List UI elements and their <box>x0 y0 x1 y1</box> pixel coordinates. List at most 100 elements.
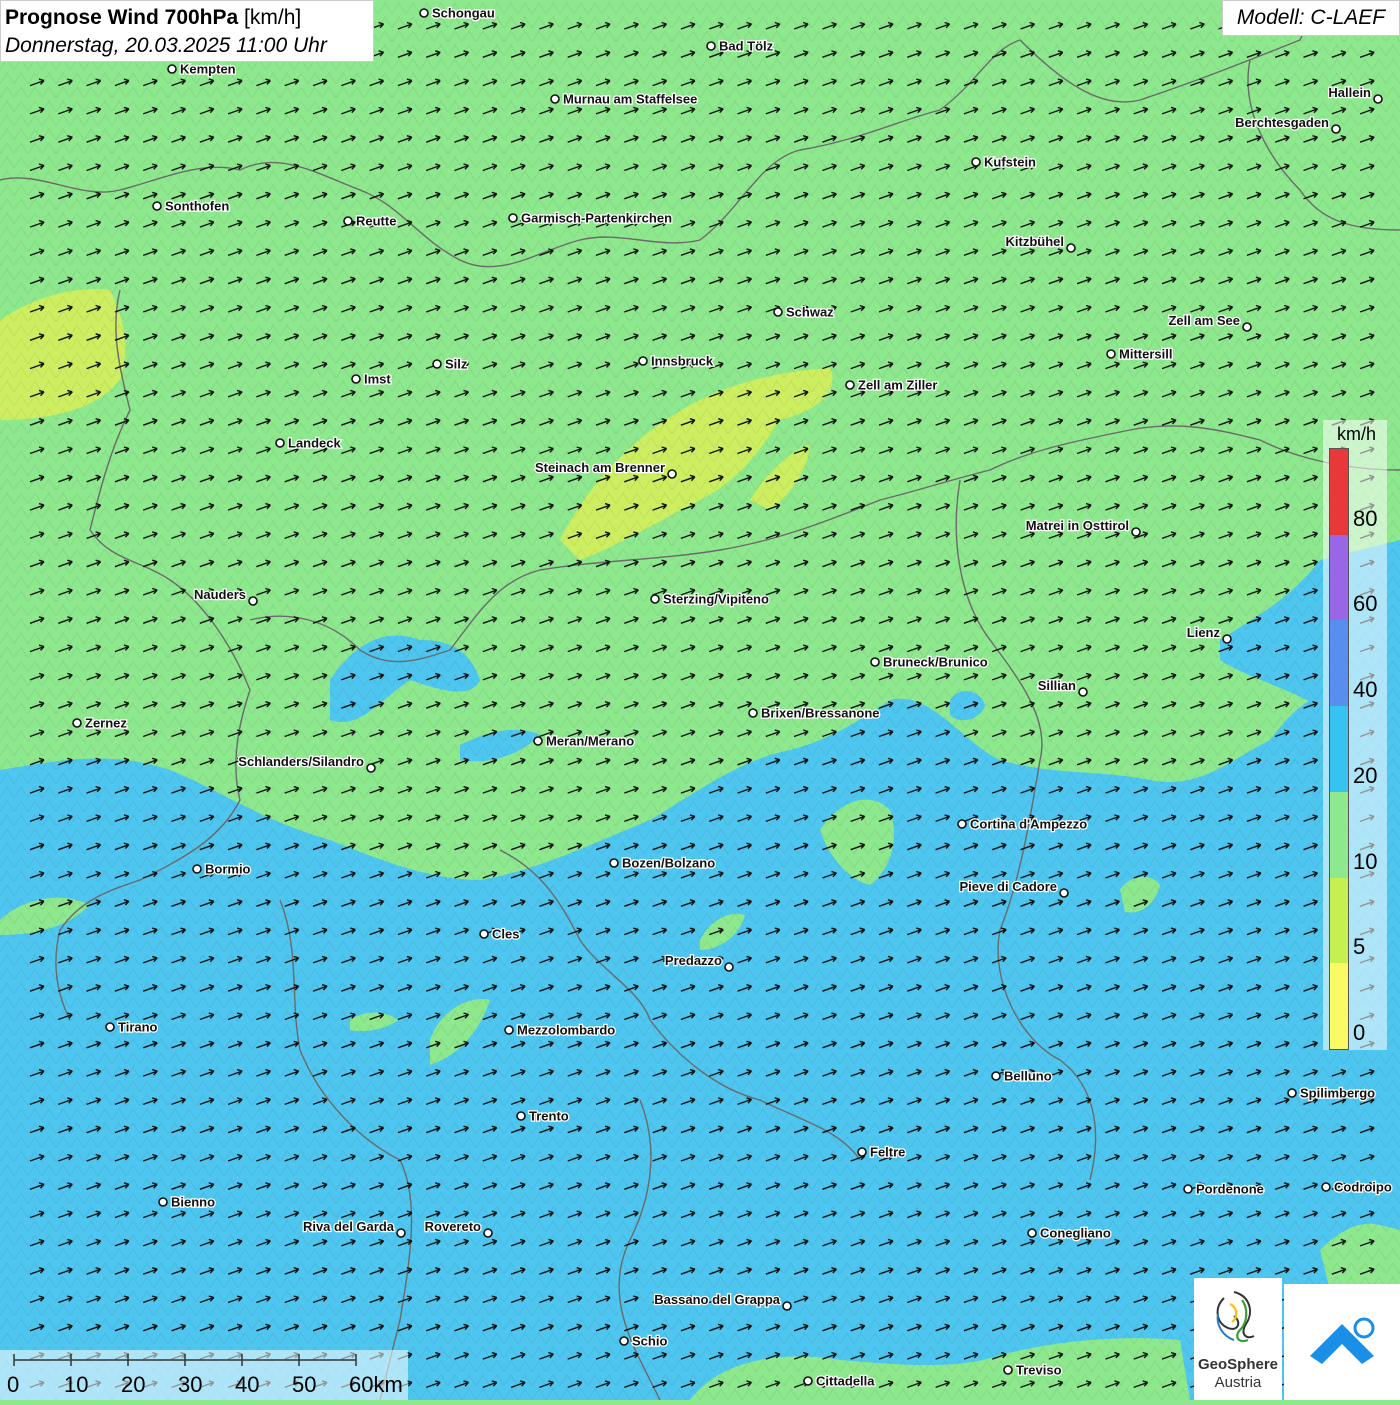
city-marker-icon <box>550 94 560 104</box>
city-label: Feltre <box>870 1145 905 1160</box>
legend-color-segment <box>1330 791 1348 878</box>
city-innsbruck: Innsbruck <box>638 352 715 370</box>
city-conegliano: Conegliano <box>1027 1224 1112 1242</box>
city-label: Imst <box>364 372 391 387</box>
city-label: Bruneck/Brunico <box>883 655 988 670</box>
city-label: Bassano del Grappa <box>654 1292 780 1307</box>
legend-label: 20 <box>1353 762 1378 788</box>
city-marker-icon <box>516 1111 526 1121</box>
city-marker-icon <box>192 864 202 874</box>
legend-label: 40 <box>1353 677 1378 703</box>
city-garmisch-partenkirchen: Garmisch-Partenkirchen <box>508 209 673 227</box>
city-label: Cles <box>492 927 519 942</box>
map-title-box: Prognose Wind 700hPa [km/h] Donnerstag, … <box>0 0 374 62</box>
city-marker-icon <box>870 657 880 667</box>
city-marker-icon <box>1131 527 1141 537</box>
city-label: Rovereto <box>425 1219 481 1234</box>
city-label: Sonthofen <box>165 199 229 214</box>
city-marker-icon <box>1106 349 1116 359</box>
city-label: Bormio <box>205 862 251 877</box>
city-label: Garmisch-Partenkirchen <box>521 211 672 226</box>
geosphere-logo-icon <box>1216 1291 1255 1343</box>
city-marker-icon <box>619 1336 629 1346</box>
city-marker-icon <box>609 858 619 868</box>
city-label: Silz <box>445 357 468 372</box>
city-label: Schongau <box>432 6 495 21</box>
city-bozen-bolzano: Bozen/Bolzano <box>609 854 716 872</box>
city-marker-icon <box>957 819 967 829</box>
city-marker-icon <box>667 469 677 479</box>
city-murnau-am-staffelsee: Murnau am Staffelsee <box>550 90 699 108</box>
city-marker-icon <box>504 1025 514 1035</box>
city-marker-icon <box>1066 243 1076 253</box>
city-label: Kitzbühel <box>1006 234 1065 249</box>
city-marker-icon <box>1287 1088 1297 1098</box>
map-title-main: Prognose Wind 700hPa <box>5 6 239 29</box>
weather-app-logo[interactable] <box>1284 1284 1400 1400</box>
city-marker-icon <box>638 356 648 366</box>
city-label: Steinach am Brenner <box>535 460 665 475</box>
city-label: Schwaz <box>786 305 834 320</box>
city-pordenone: Pordenone <box>1183 1180 1265 1198</box>
city-marker-icon <box>1321 1182 1331 1192</box>
city-marker-icon <box>72 718 82 728</box>
city-label: Berchtesgaden <box>1235 115 1329 130</box>
city-marker-icon <box>1003 1365 1013 1375</box>
legend-color-segment <box>1330 877 1348 964</box>
city-marker-icon <box>533 736 543 746</box>
city-label: Schio <box>632 1334 667 1349</box>
city-marker-icon <box>152 201 162 211</box>
legend-label: 0 <box>1353 1020 1366 1045</box>
scalebar-label: 50 <box>292 1372 317 1397</box>
city-marker-icon <box>248 596 258 606</box>
city-marker-icon <box>857 1147 867 1157</box>
city-marker-icon <box>1078 687 1088 697</box>
scalebar-label: 10 <box>64 1372 89 1397</box>
city-label: Nauders <box>194 587 246 602</box>
city-label: Zell am See <box>1168 313 1240 328</box>
map-title: Prognose Wind 700hPa [km/h] <box>5 4 369 32</box>
city-label: Cittadella <box>816 1374 875 1389</box>
forecast-map: Schongau Bad Tölz Kempten Murnau am Staffel… <box>0 0 1400 1400</box>
city-marker-icon <box>803 1376 813 1386</box>
city-label: Zell am Ziller <box>858 378 937 393</box>
city-label: Trento <box>529 1109 569 1124</box>
distance-scalebar: 0 10 20 30 40 50 60km <box>0 1350 408 1400</box>
city-cortina-d-ampezzo: Cortina d'Ampezzo <box>957 815 1089 833</box>
city-label: Innsbruck <box>651 354 714 369</box>
city-marker-icon <box>1331 124 1341 134</box>
city-marker-icon <box>158 1197 168 1207</box>
scalebar-label: 30 <box>178 1372 203 1397</box>
city-label: Mittersill <box>1119 347 1172 362</box>
weather-app-icon <box>1310 1317 1375 1364</box>
city-label: Hallein <box>1328 85 1371 100</box>
city-label: Bad Tölz <box>719 39 774 54</box>
city-marker-icon <box>105 1022 115 1032</box>
legend-unit: km/h <box>1337 424 1377 444</box>
city-sterzing-vipiteno: Sterzing/Vipiteno <box>650 590 770 608</box>
city-label: Mezzolombardo <box>517 1023 615 1038</box>
city-label: Sillian <box>1038 678 1076 693</box>
geosphere-logo[interactable]: GeoSphere Austria <box>1194 1278 1282 1400</box>
legend-color-segment <box>1330 620 1348 707</box>
city-label: Kempten <box>180 62 236 77</box>
city-label: Pieve di Cadore <box>959 879 1057 894</box>
city-label: Kufstein <box>984 155 1036 170</box>
city-bruneck-brunico: Bruneck/Brunico <box>870 653 989 671</box>
city-marker-icon <box>419 8 429 18</box>
city-marker-icon <box>845 380 855 390</box>
city-label: Pordenone <box>1196 1182 1264 1197</box>
city-marker-icon <box>1242 322 1252 332</box>
model-label: Modell: C-LAEF <box>1222 0 1400 36</box>
scalebar-label: 20 <box>121 1372 146 1397</box>
city-label: Riva del Garda <box>303 1219 395 1234</box>
legend-color-segment <box>1330 706 1348 792</box>
scalebar-label: 40 <box>235 1372 260 1397</box>
color-legend: km/h 80 60 40 20 10 5 0 <box>1323 420 1387 1050</box>
city-marker-icon <box>366 763 376 773</box>
city-schongau: Schongau <box>419 4 496 22</box>
city-label: Reutte <box>356 214 396 229</box>
scalebar-ruler <box>13 1354 357 1366</box>
city-label: Tirano <box>118 1020 158 1035</box>
legend-color-segment <box>1330 534 1348 621</box>
